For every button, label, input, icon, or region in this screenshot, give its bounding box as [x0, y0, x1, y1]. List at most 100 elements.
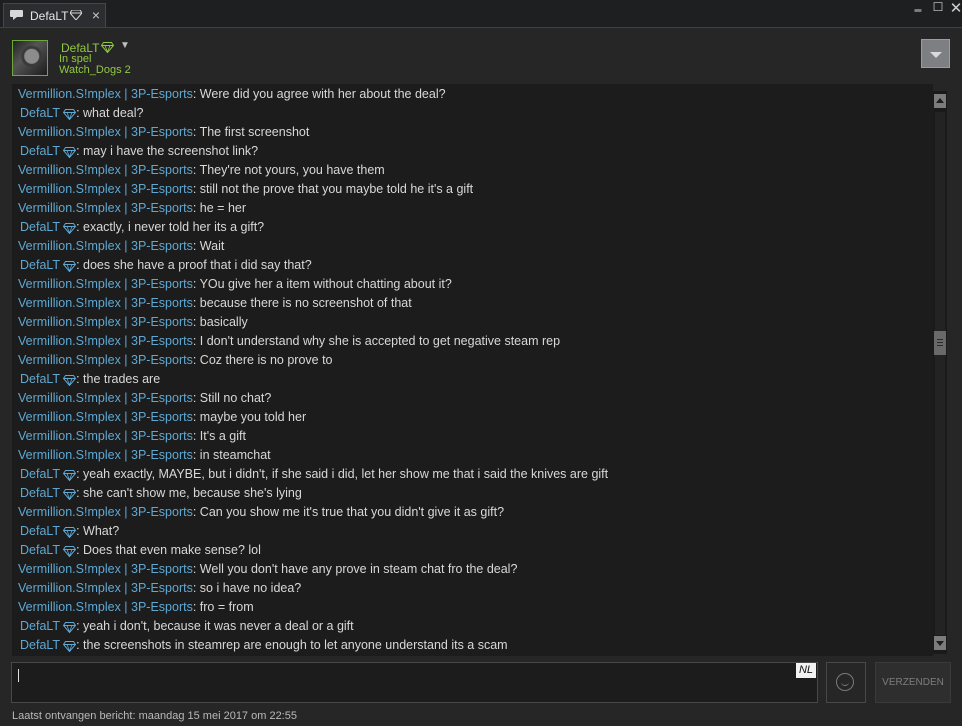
- message-text: : yeah i don't, because it was never a d…: [76, 619, 354, 633]
- message-text: : what deal?: [76, 106, 144, 120]
- chat-message: Vermillion.S!mplex | 3P-Esports: Coz the…: [12, 353, 933, 372]
- message-text: : does she have a proof that i did say t…: [76, 258, 312, 272]
- diamond-icon: [62, 470, 77, 484]
- message-sender[interactable]: Vermillion.S!mplex | 3P-Esports: [18, 87, 193, 101]
- chat-message: DefaLT : does she have a proof that i did…: [12, 258, 933, 277]
- chat-scrollbar[interactable]: [933, 91, 947, 654]
- scroll-thumb[interactable]: [934, 331, 946, 355]
- last-received-status: Laatst ontvangen bericht: maandag 15 mei…: [12, 710, 297, 722]
- message-sender[interactable]: Vermillion.S!mplex | 3P-Esports: [18, 334, 193, 348]
- message-text: : yeah exactly, MAYBE, but i didn't, if …: [76, 467, 609, 481]
- chat-message: DefaLT : Does that even make sense? lol: [12, 543, 933, 562]
- message-sender[interactable]: DefaLT: [20, 486, 60, 500]
- message-text: : Does that even make sense? lol: [76, 543, 261, 557]
- message-text: : so i have no idea?: [192, 581, 302, 595]
- close-window-button[interactable]: ✕: [948, 0, 962, 17]
- message-sender[interactable]: DefaLT: [20, 144, 60, 158]
- send-button[interactable]: VERZENDEN: [875, 662, 951, 703]
- message-sender[interactable]: Vermillion.S!mplex | 3P-Esports: [18, 182, 193, 196]
- message-sender[interactable]: Vermillion.S!mplex | 3P-Esports: [18, 296, 193, 310]
- chat-message: Vermillion.S!mplex | 3P-Esports: Well yo…: [12, 562, 933, 581]
- message-sender[interactable]: DefaLT: [20, 619, 60, 633]
- diamond-icon: [70, 10, 82, 20]
- message-sender[interactable]: DefaLT: [20, 543, 60, 557]
- message-sender[interactable]: Vermillion.S!mplex | 3P-Esports: [18, 448, 193, 462]
- message-sender[interactable]: Vermillion.S!mplex | 3P-Esports: [18, 239, 193, 253]
- chat-message: Vermillion.S!mplex | 3P-Esports: still n…: [12, 182, 933, 201]
- message-sender[interactable]: Vermillion.S!mplex | 3P-Esports: [18, 391, 193, 405]
- message-sender[interactable]: Vermillion.S!mplex | 3P-Esports: [18, 201, 193, 215]
- diamond-icon: [62, 641, 77, 655]
- diamond-icon: [62, 109, 77, 123]
- message-sender[interactable]: Vermillion.S!mplex | 3P-Esports: [18, 163, 193, 177]
- message-sender[interactable]: DefaLT: [20, 524, 60, 538]
- chat-message: DefaLT : the screenshots in steamrep are …: [12, 638, 933, 656]
- message-sender[interactable]: DefaLT: [20, 638, 60, 652]
- message-sender[interactable]: Vermillion.S!mplex | 3P-Esports: [18, 125, 193, 139]
- chat-message: Vermillion.S!mplex | 3P-Esports: he = he…: [12, 201, 933, 220]
- message-input[interactable]: [11, 662, 818, 703]
- message-sender[interactable]: Vermillion.S!mplex | 3P-Esports: [18, 353, 193, 367]
- message-text: : Wait: [192, 239, 225, 253]
- minimize-button[interactable]: ‗: [910, 0, 926, 12]
- message-text: : The first screenshot: [192, 125, 310, 139]
- avatar[interactable]: [12, 40, 48, 76]
- chat-message: DefaLT : yeah exactly, MAYBE, but i didn'…: [12, 467, 933, 486]
- message-text: : What?: [76, 524, 120, 538]
- chat-message: Vermillion.S!mplex | 3P-Esports: Can you…: [12, 505, 933, 524]
- message-sender[interactable]: Vermillion.S!mplex | 3P-Esports: [18, 581, 193, 595]
- message-text: : fro = from: [192, 600, 254, 614]
- chat-tab[interactable]: DefaLT ×: [3, 3, 106, 27]
- emoticon-button[interactable]: [826, 662, 866, 703]
- message-sender[interactable]: Vermillion.S!mplex | 3P-Esports: [18, 429, 193, 443]
- scroll-track[interactable]: [935, 112, 945, 635]
- chat-message: Vermillion.S!mplex | 3P-Esports: because…: [12, 296, 933, 315]
- chat-message: DefaLT : What?: [12, 524, 933, 543]
- collapse-button[interactable]: [921, 39, 950, 68]
- message-sender[interactable]: DefaLT: [20, 220, 60, 234]
- message-sender[interactable]: Vermillion.S!mplex | 3P-Esports: [18, 562, 193, 576]
- message-sender[interactable]: Vermillion.S!mplex | 3P-Esports: [18, 505, 193, 519]
- scroll-down-button[interactable]: [934, 636, 946, 650]
- chat-message: Vermillion.S!mplex | 3P-Esports: maybe y…: [12, 410, 933, 429]
- chat-message: DefaLT : she can't show me, because she's…: [12, 486, 933, 505]
- chat-message: DefaLT : may i have the screenshot link?: [12, 144, 933, 163]
- message-text: : Can you show me it's true that you did…: [192, 505, 505, 519]
- message-sender[interactable]: DefaLT: [20, 372, 60, 386]
- language-badge: NL: [796, 663, 816, 678]
- message-sender[interactable]: DefaLT: [20, 467, 60, 481]
- chat-message: Vermillion.S!mplex | 3P-Esports: Were di…: [12, 87, 933, 106]
- message-text: : may i have the screenshot link?: [76, 144, 259, 158]
- maximize-button[interactable]: ☐: [930, 0, 946, 14]
- smiley-icon: [836, 673, 854, 691]
- message-sender[interactable]: Vermillion.S!mplex | 3P-Esports: [18, 600, 193, 614]
- chevron-down-icon[interactable]: ▼: [120, 40, 130, 51]
- message-text: : Coz there is no prove to: [192, 353, 333, 367]
- scroll-up-button[interactable]: [934, 94, 946, 108]
- diamond-icon: [62, 527, 77, 541]
- message-text: : maybe you told her: [192, 410, 307, 424]
- tab-close-button[interactable]: ×: [89, 7, 103, 23]
- message-sender[interactable]: Vermillion.S!mplex | 3P-Esports: [18, 277, 193, 291]
- diamond-icon: [62, 622, 77, 636]
- message-text: : Were did you agree with her about the …: [192, 87, 446, 101]
- diamond-icon: [62, 261, 77, 275]
- chat-message: Vermillion.S!mplex | 3P-Esports: They're…: [12, 163, 933, 182]
- tab-title: DefaLT: [30, 9, 69, 23]
- message-text: : the screenshots in steamrep are enough…: [76, 638, 508, 652]
- message-text: : YOu give her a item without chatting a…: [192, 277, 452, 291]
- chat-message: Vermillion.S!mplex | 3P-Esports: Wait: [12, 239, 933, 258]
- message-sender[interactable]: DefaLT: [20, 258, 60, 272]
- message-text: : he = her: [192, 201, 247, 215]
- message-sender[interactable]: Vermillion.S!mplex | 3P-Esports: [18, 410, 193, 424]
- message-text: : because there is no screenshot of that: [192, 296, 412, 310]
- message-text: : she can't show me, because she's lying: [76, 486, 302, 500]
- chat-message: Vermillion.S!mplex | 3P-Esports: It's a …: [12, 429, 933, 448]
- message-text: : They're not yours, you have them: [192, 163, 385, 177]
- diamond-icon: [62, 546, 77, 560]
- message-text: : in steamchat: [192, 448, 271, 462]
- message-sender[interactable]: DefaLT: [20, 106, 60, 120]
- diamond-icon: [62, 375, 77, 389]
- text-caret: [18, 669, 19, 682]
- message-sender[interactable]: Vermillion.S!mplex | 3P-Esports: [18, 315, 193, 329]
